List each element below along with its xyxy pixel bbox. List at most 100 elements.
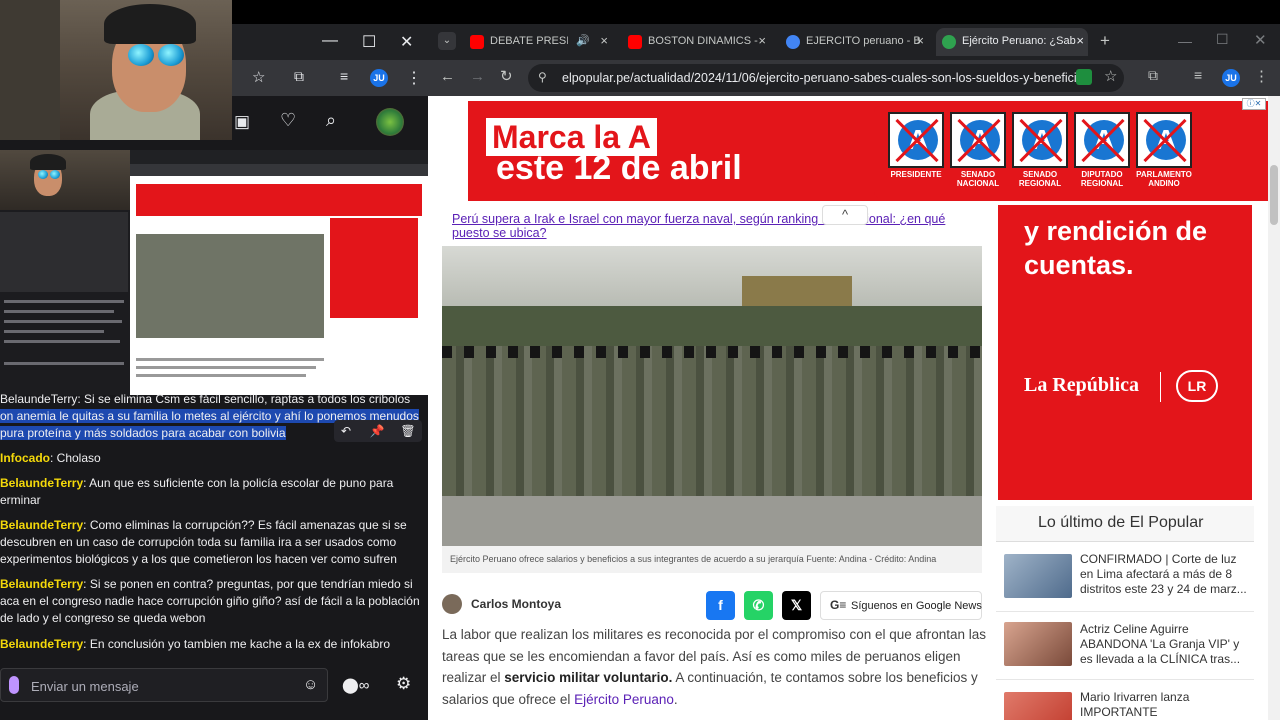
menu-kebab-icon[interactable]: ⋮ <box>406 68 422 88</box>
maximize-button[interactable]: ☐ <box>1216 31 1229 48</box>
ballot-box: A <box>1074 112 1130 168</box>
channel-points-icon[interactable]: ⬤∞ <box>342 676 369 694</box>
google-news-icon: G≡ <box>830 598 847 612</box>
site-info-icon[interactable]: ⚲ <box>538 70 547 84</box>
extensions-icon[interactable]: ⧉ <box>294 68 304 85</box>
emote-icon[interactable]: ☺ <box>303 676 318 693</box>
tab-boston-dinamics[interactable]: BOSTON DINAMICS - × <box>622 28 770 56</box>
chat-message: BelaundeTerry: Si se elimina Csm es fáci… <box>0 391 420 408</box>
related-article-link[interactable]: Perú supera a Irak e Israel con mayor fu… <box>452 212 982 240</box>
tab-search-icon[interactable]: ⌄ <box>438 32 456 50</box>
stream-panel: — ☐ ✕ ☆ ⧉ ≡ JU ⋮ ▣ ♡ ⌕ BelaundeTerry: Si… <box>0 0 428 720</box>
chat-message-input[interactable] <box>31 676 291 696</box>
news-headline[interactable]: Mario Irivarren lanza IMPORTANTE COMUNIC… <box>1080 690 1250 720</box>
minimize-button[interactable]: — <box>1178 33 1192 49</box>
close-tab-icon[interactable]: × <box>600 33 608 48</box>
article-bold-text: servicio militar voluntario. <box>504 670 673 685</box>
media-icon[interactable]: ≡ <box>1194 67 1202 83</box>
close-button[interactable]: ✕ <box>400 32 413 52</box>
ballot-label: PARLAMENTO ANDINO <box>1136 170 1192 188</box>
author-name[interactable]: Carlos Montoya <box>471 597 561 611</box>
bits-icon[interactable] <box>9 676 19 694</box>
article-photo[interactable] <box>442 246 982 546</box>
scrollbar-thumb[interactable] <box>1270 165 1278 225</box>
chat-message-text: Como eliminas la corrupción?? Es fácil a… <box>89 518 407 532</box>
ad-headline: y rendición de cuentas. <box>1024 216 1208 280</box>
speaker-icon[interactable]: 🔊 <box>576 34 590 47</box>
profile-avatar[interactable]: JU <box>370 69 388 87</box>
search-icon[interactable]: ⌕ <box>326 110 336 131</box>
article-text: . <box>673 691 678 707</box>
twitch-topbar: ▣ ♡ ⌕ <box>230 96 428 150</box>
adchoices-icon[interactable]: ⓘ✕ <box>1242 98 1266 110</box>
close-tab-icon[interactable]: × <box>916 33 924 48</box>
menu-kebab-icon[interactable]: ⋮ <box>1254 67 1269 85</box>
heart-icon[interactable]: ♡ <box>280 110 296 131</box>
tab-ejercito-peruano[interactable]: Ejército Peruano: ¿Sab × <box>936 28 1088 56</box>
url-text[interactable]: elpopular.pe/actualidad/2024/11/06/ejerc… <box>562 71 1087 85</box>
close-window-button[interactable]: ✕ <box>1254 31 1267 49</box>
tab-title: BOSTON DINAMICS - <box>648 35 758 47</box>
news-headline[interactable]: Actriz Celine Aguirre ABANDONA 'La Granj… <box>1080 622 1250 667</box>
tab-title: EJERCITO peruano - B <box>806 35 921 47</box>
news-thumbnail[interactable] <box>1004 622 1072 666</box>
webcam-overlay <box>0 0 232 140</box>
reply-icon[interactable]: ↶ <box>336 422 356 440</box>
sunglasses-left <box>128 44 154 66</box>
new-tab-button[interactable]: + <box>1100 31 1110 51</box>
news-thumbnail[interactable] <box>1004 554 1072 598</box>
chat-username[interactable]: BelaundeTerry <box>0 518 83 532</box>
news-item[interactable]: CONFIRMADO | Corte de luz en Lima afecta… <box>996 546 1254 612</box>
delete-icon[interactable]: 🗑 <box>398 422 418 440</box>
x-share-button[interactable]: 𝕏 <box>782 591 811 620</box>
nested-text-line <box>136 374 306 377</box>
chat-message-text: descubren en un caso de corrupción toda … <box>0 535 397 549</box>
chat-username[interactable]: BelaundeTerry <box>0 577 83 591</box>
sunglasses-right <box>158 44 184 66</box>
elpopular-favicon <box>942 35 956 49</box>
photo-ground <box>442 496 982 546</box>
news-item[interactable]: Mario Irivarren lanza IMPORTANTE COMUNIC… <box>996 682 1254 720</box>
profile-avatar[interactable]: JU <box>1222 69 1240 87</box>
address-bar[interactable]: ⚲ elpopular.pe/actualidad/2024/11/06/eje… <box>528 64 1124 92</box>
back-icon[interactable]: ← <box>440 68 455 85</box>
chat-username[interactable]: BelaundeTerry <box>0 476 83 490</box>
reload-icon[interactable]: ↻ <box>500 67 513 85</box>
settings-gear-icon[interactable]: ⚙ <box>396 674 411 694</box>
chat-username[interactable]: BelaundeTerry <box>0 637 83 651</box>
nested-ad <box>330 218 418 318</box>
media-icon[interactable]: ≡ <box>340 68 348 84</box>
banner-headline-2: este 12 de abril <box>496 149 742 187</box>
whatsapp-share-button[interactable]: ✆ <box>744 591 773 620</box>
news-item[interactable]: Actriz Celine Aguirre ABANDONA 'La Granj… <box>996 614 1254 680</box>
ballot-box: A <box>950 112 1006 168</box>
forward-icon[interactable]: → <box>470 68 485 85</box>
photo-berets <box>442 346 982 358</box>
chat-message: BelaundeTerry: Como eliminas la corrupci… <box>0 518 407 566</box>
pin-icon[interactable]: 📌 <box>367 422 387 440</box>
extension-active-icon[interactable] <box>1076 69 1092 85</box>
news-headline[interactable]: CONFIRMADO | Corte de luz en Lima afecta… <box>1080 552 1250 597</box>
star-icon[interactable]: ☆ <box>252 68 265 86</box>
chat-message-text: BelaundeTerry: Si se elimina Csm es fáci… <box>0 392 411 406</box>
close-tab-icon[interactable]: × <box>758 33 766 48</box>
google-news-button[interactable]: G≡ Síguenos en Google News <box>820 591 982 620</box>
chat-username[interactable]: Infocado <box>0 451 50 465</box>
shelf <box>0 0 60 140</box>
close-tab-icon[interactable]: × <box>1076 33 1084 48</box>
bookmark-star-icon[interactable]: ☆ <box>1104 67 1117 85</box>
collapse-chevron-icon[interactable]: ^ <box>822 205 868 225</box>
maximize-button[interactable]: ☐ <box>362 32 376 52</box>
user-avatar[interactable] <box>376 108 404 136</box>
minimize-button[interactable]: — <box>322 32 338 50</box>
facebook-share-button[interactable]: f <box>706 591 735 620</box>
extensions-icon[interactable]: ⧉ <box>1148 67 1158 84</box>
tab-ejercito-google[interactable]: EJERCITO peruano - B × <box>780 28 928 56</box>
youtube-icon <box>470 35 484 49</box>
clips-icon[interactable]: ▣ <box>234 112 250 132</box>
ejercito-peruano-link[interactable]: Ejército Peruano <box>574 692 674 707</box>
tab-debate[interactable]: DEBATE PRESIDENCIAL 🔊 × <box>464 28 612 56</box>
news-thumbnail[interactable] <box>1004 692 1072 720</box>
chat-input-box[interactable]: ☺ <box>0 668 328 702</box>
author-avatar[interactable] <box>442 594 462 614</box>
